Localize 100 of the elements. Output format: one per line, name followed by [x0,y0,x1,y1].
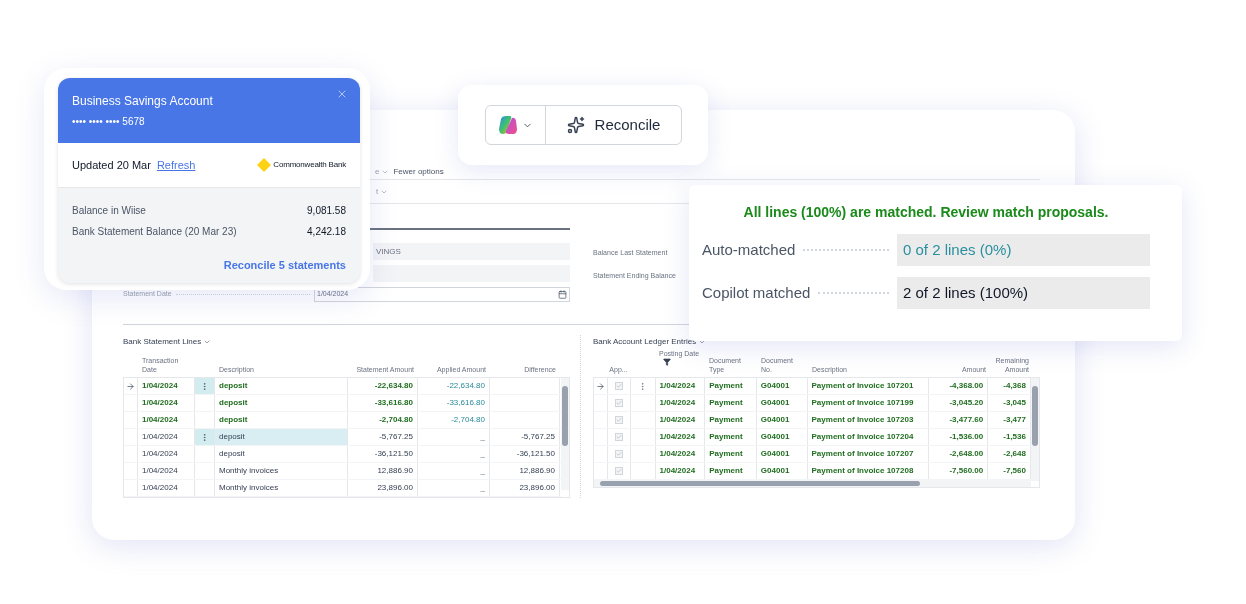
table-cell: -33,616.80 [348,395,418,411]
table-cell: Payment [705,412,757,428]
account-field[interactable]: VINGS [373,243,570,260]
table-cell: -4,368.00 [928,378,989,394]
table-cell: -4,368 [988,378,1031,394]
table-cell: Payment [705,429,757,445]
table-cell: Payment of Invoice 107208 [807,463,929,479]
table-cell: 12,886.90 [490,463,560,479]
table-cell: -36,121.50 [490,446,560,462]
table-cell: G04001 [756,463,808,479]
filter-label[interactable]: t [376,185,379,198]
table-cell: 1/04/2024 [655,378,706,394]
table-cell: 1/04/2024 [138,480,195,496]
table-cell: -5,767.25 [490,429,560,445]
table-cell: deposit [215,395,348,411]
filter-icon[interactable] [663,358,671,366]
table-cell: 1/04/2024 [655,412,706,428]
table-cell: Payment of Invoice 107204 [807,429,929,445]
table-cell: Payment of Invoice 107201 [807,378,929,394]
current-row-arrow-icon [126,381,135,391]
table-cell: 1/04/2024 [655,446,706,462]
checkbox[interactable] [614,416,623,424]
balance-value: 4,242.18 [307,225,346,239]
horizontal-scrollbar[interactable] [594,480,1031,487]
table-cell: Payment of Invoice 107199 [807,395,929,411]
table-cell: -3,045.20 [928,395,989,411]
fewer-options-link[interactable]: Fewer options [393,166,444,178]
table-cell: G04001 [756,378,808,394]
table-cell: -2,704.80 [418,412,490,428]
table-cell: 23,896.00 [348,480,418,496]
table-cell: _ [418,446,490,462]
table-cell: 1/04/2024 [138,412,195,428]
table-cell: deposit [215,378,348,394]
table-cell: deposit [215,412,348,428]
bank-logo-icon [257,158,272,172]
balance-value: 9,081.58 [307,204,346,218]
checkbox[interactable] [614,467,623,475]
balance-label: Bank Statement Balance (20 Mar 23) [72,225,237,239]
chevron-icon[interactable] [381,168,390,176]
match-value-field: 2 of 2 lines (100%) [897,277,1150,309]
copilot-logo-icon [498,115,518,135]
table-cell: Payment [705,446,757,462]
row-menu-icon[interactable] [200,381,209,391]
table-cell: G04001 [756,412,808,428]
table-cell: 1/04/2024 [138,395,195,411]
calendar-icon[interactable] [558,290,567,299]
match-status-message: All lines (100%) are matched. Review match proposals. [742,203,1110,222]
vertical-scrollbar[interactable] [1031,378,1039,481]
reconcile-statements-link[interactable]: Reconcile 5 statements [223,257,346,274]
current-row-arrow-icon [595,381,605,391]
table-cell: -3,045 [988,395,1031,411]
table-cell: 1/04/2024 [655,395,706,411]
match-label: Auto-matched [702,239,796,260]
table-cell: 23,896.00 [490,480,560,496]
table-cell: -2,704.80 [348,412,418,428]
section-title[interactable]: Bank Statement Lines [123,336,202,348]
checkbox[interactable] [614,382,623,390]
table-cell: G04001 [756,446,808,462]
table-cell: G04001 [756,395,808,411]
account-title: Business Savings Account [72,93,213,110]
refresh-link[interactable]: Refresh [156,156,196,174]
vertical-scrollbar[interactable] [561,378,569,490]
table-cell: Payment [705,463,757,479]
balance-label: Balance in Wiise [72,204,146,218]
table-cell: -3,477 [988,412,1031,428]
table-cell: _ [418,463,490,479]
table-cell: -2,648 [988,446,1031,462]
checkbox[interactable] [614,433,623,441]
table-cell: Monthly invoices [215,480,348,496]
table-cell: Payment [705,378,757,394]
checkbox[interactable] [614,450,623,458]
section-title[interactable]: Bank Account Ledger Entries [593,336,697,348]
chevron-icon[interactable] [203,338,212,346]
table-cell: _ [418,480,490,496]
chevron-icon[interactable] [698,338,707,346]
table-cell: -22,634.80 [348,378,418,394]
updated-text: Updated 20 Mar [72,157,151,173]
table-cell: Monthly invoices [215,463,348,479]
checkbox[interactable] [614,399,623,407]
table-cell: -22,634.80 [418,378,490,394]
account-number: •••• •••• •••• 5678 [72,115,145,129]
match-label: Copilot matched [702,282,811,303]
row-selector[interactable] [124,378,138,394]
row-selector[interactable] [594,378,608,394]
row-menu-icon[interactable] [200,432,209,442]
table-cell: deposit [215,446,348,462]
table-cell: deposit [215,429,348,445]
table-cell: -5,767.25 [348,429,418,445]
table-cell: 1/04/2024 [138,463,195,479]
filter-label[interactable]: e [375,166,380,178]
close-icon[interactable] [336,88,348,100]
table-cell: -7,560 [988,463,1031,479]
table-cell: 12,886.90 [348,463,418,479]
table-cell: -7,560.00 [928,463,989,479]
table-cell: 1/04/2024 [655,463,706,479]
table-cell: -1,536.00 [928,429,989,445]
table-cell: -36,121.50 [348,446,418,462]
table-cell: G04001 [756,429,808,445]
table-cell: Payment of Invoice 107203 [807,412,929,428]
table-cell: -33,616.80 [418,395,490,411]
